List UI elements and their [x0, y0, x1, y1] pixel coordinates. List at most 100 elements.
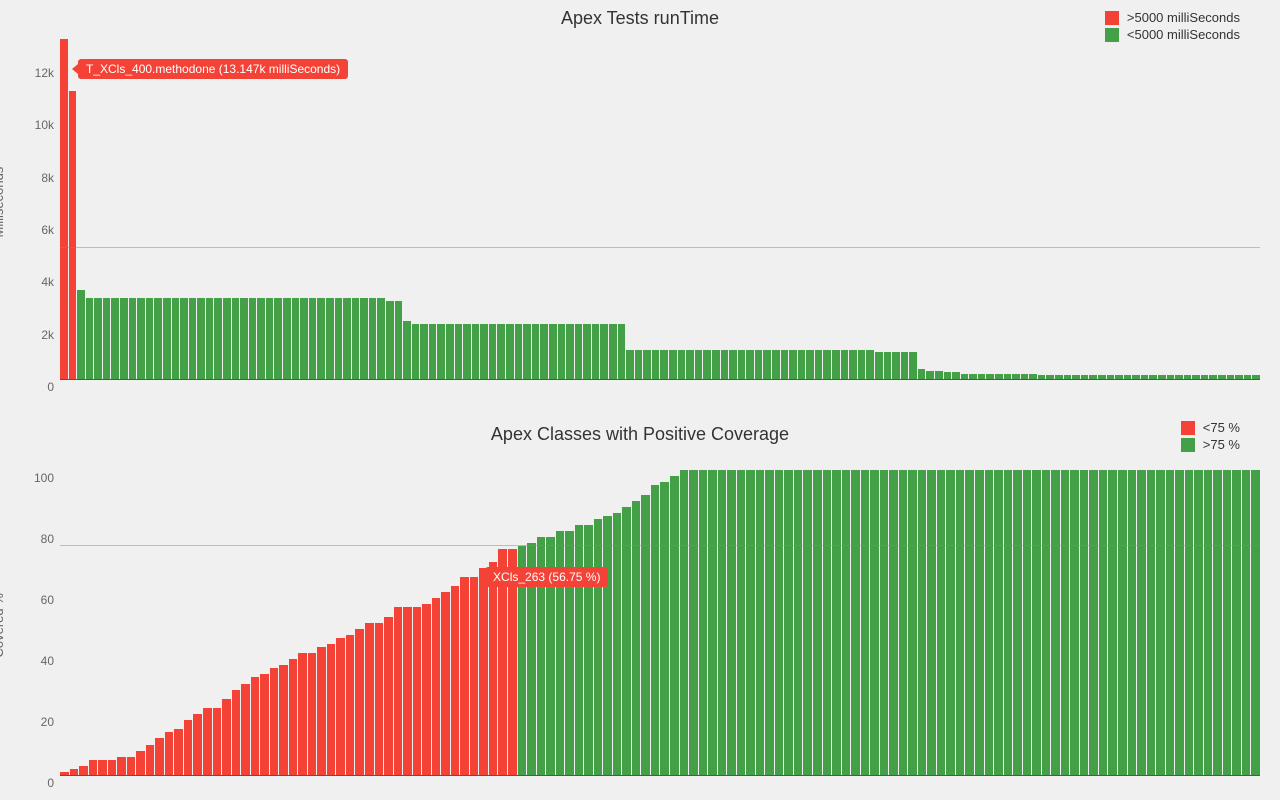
- bar[interactable]: [756, 470, 765, 775]
- bar[interactable]: [79, 766, 88, 775]
- bar[interactable]: [117, 757, 126, 775]
- bar[interactable]: [961, 374, 969, 379]
- bar[interactable]: [129, 298, 137, 379]
- bar[interactable]: [1128, 470, 1137, 775]
- bar[interactable]: [815, 350, 823, 379]
- bar[interactable]: [432, 598, 441, 775]
- bar[interactable]: [146, 745, 155, 775]
- bar[interactable]: [1167, 375, 1175, 379]
- bar[interactable]: [479, 568, 488, 775]
- bar[interactable]: [1149, 375, 1157, 379]
- bar[interactable]: [927, 470, 936, 775]
- bar[interactable]: [772, 350, 780, 379]
- bar[interactable]: [1051, 470, 1060, 775]
- bar[interactable]: [446, 324, 454, 379]
- bar[interactable]: [241, 684, 250, 775]
- bar[interactable]: [403, 321, 411, 379]
- bar[interactable]: [489, 324, 497, 379]
- bar[interactable]: [841, 350, 849, 379]
- bar[interactable]: [257, 298, 265, 379]
- bar[interactable]: [163, 298, 171, 379]
- bar[interactable]: [1055, 375, 1063, 379]
- bar[interactable]: [240, 298, 248, 379]
- bar[interactable]: [317, 647, 326, 775]
- bar[interactable]: [394, 607, 403, 775]
- bar[interactable]: [944, 372, 952, 379]
- bar[interactable]: [632, 501, 641, 775]
- bar[interactable]: [60, 772, 69, 775]
- bar[interactable]: [851, 470, 860, 775]
- bar[interactable]: [566, 324, 574, 379]
- bar[interactable]: [699, 470, 708, 775]
- bar[interactable]: [1166, 470, 1175, 775]
- bar[interactable]: [309, 298, 317, 379]
- bar[interactable]: [489, 562, 498, 775]
- bar[interactable]: [308, 653, 317, 775]
- bar[interactable]: [686, 350, 694, 379]
- bar[interactable]: [1081, 375, 1089, 379]
- bar[interactable]: [643, 350, 651, 379]
- bar[interactable]: [384, 617, 393, 775]
- bar[interactable]: [355, 629, 364, 775]
- bar[interactable]: [193, 714, 202, 775]
- bar[interactable]: [1218, 375, 1226, 379]
- bar[interactable]: [455, 324, 463, 379]
- bar[interactable]: [352, 298, 360, 379]
- bar[interactable]: [1115, 375, 1123, 379]
- chart-runtime-plot[interactable]: T_XCls_400.methodone (13.147k milliSecon…: [60, 39, 1260, 380]
- bar[interactable]: [813, 470, 822, 775]
- bar[interactable]: [1227, 375, 1235, 379]
- bar[interactable]: [956, 470, 965, 775]
- bar[interactable]: [908, 470, 917, 775]
- bar[interactable]: [532, 324, 540, 379]
- bar[interactable]: [523, 324, 531, 379]
- bar[interactable]: [206, 298, 214, 379]
- bar[interactable]: [1184, 375, 1192, 379]
- bar[interactable]: [70, 769, 79, 775]
- bar[interactable]: [1046, 375, 1054, 379]
- bar[interactable]: [1072, 375, 1080, 379]
- bar[interactable]: [995, 374, 1003, 379]
- bar[interactable]: [1061, 470, 1070, 775]
- bar[interactable]: [213, 708, 222, 775]
- bar[interactable]: [603, 516, 612, 775]
- bar[interactable]: [346, 635, 355, 775]
- bar[interactable]: [251, 677, 260, 775]
- bar[interactable]: [1175, 375, 1183, 379]
- legend-item-slow[interactable]: >5000 milliSeconds: [1105, 10, 1240, 25]
- bar[interactable]: [154, 298, 162, 379]
- bar[interactable]: [343, 298, 351, 379]
- bar[interactable]: [763, 350, 771, 379]
- bar[interactable]: [184, 720, 193, 775]
- bar[interactable]: [965, 470, 974, 775]
- bar[interactable]: [738, 350, 746, 379]
- bar[interactable]: [755, 350, 763, 379]
- bar[interactable]: [197, 298, 205, 379]
- bar[interactable]: [622, 507, 631, 775]
- bar[interactable]: [718, 470, 727, 775]
- bar[interactable]: [781, 350, 789, 379]
- bar[interactable]: [335, 298, 343, 379]
- bar[interactable]: [1158, 375, 1166, 379]
- bar[interactable]: [86, 298, 94, 379]
- bar[interactable]: [298, 653, 307, 775]
- bar[interactable]: [575, 525, 584, 775]
- bar[interactable]: [1185, 470, 1194, 775]
- bar[interactable]: [375, 623, 384, 775]
- bar[interactable]: [1141, 375, 1149, 379]
- bar[interactable]: [470, 577, 479, 775]
- bar[interactable]: [583, 324, 591, 379]
- bar[interactable]: [1021, 374, 1029, 379]
- bar[interactable]: [365, 623, 374, 775]
- bar[interactable]: [260, 674, 269, 775]
- bar[interactable]: [952, 372, 960, 379]
- bar[interactable]: [870, 470, 879, 775]
- bar[interactable]: [1132, 375, 1140, 379]
- bar[interactable]: [798, 350, 806, 379]
- bar[interactable]: [575, 324, 583, 379]
- bar[interactable]: [497, 324, 505, 379]
- bar[interactable]: [1137, 470, 1146, 775]
- bar[interactable]: [1192, 375, 1200, 379]
- bar[interactable]: [437, 324, 445, 379]
- bar[interactable]: [901, 352, 909, 379]
